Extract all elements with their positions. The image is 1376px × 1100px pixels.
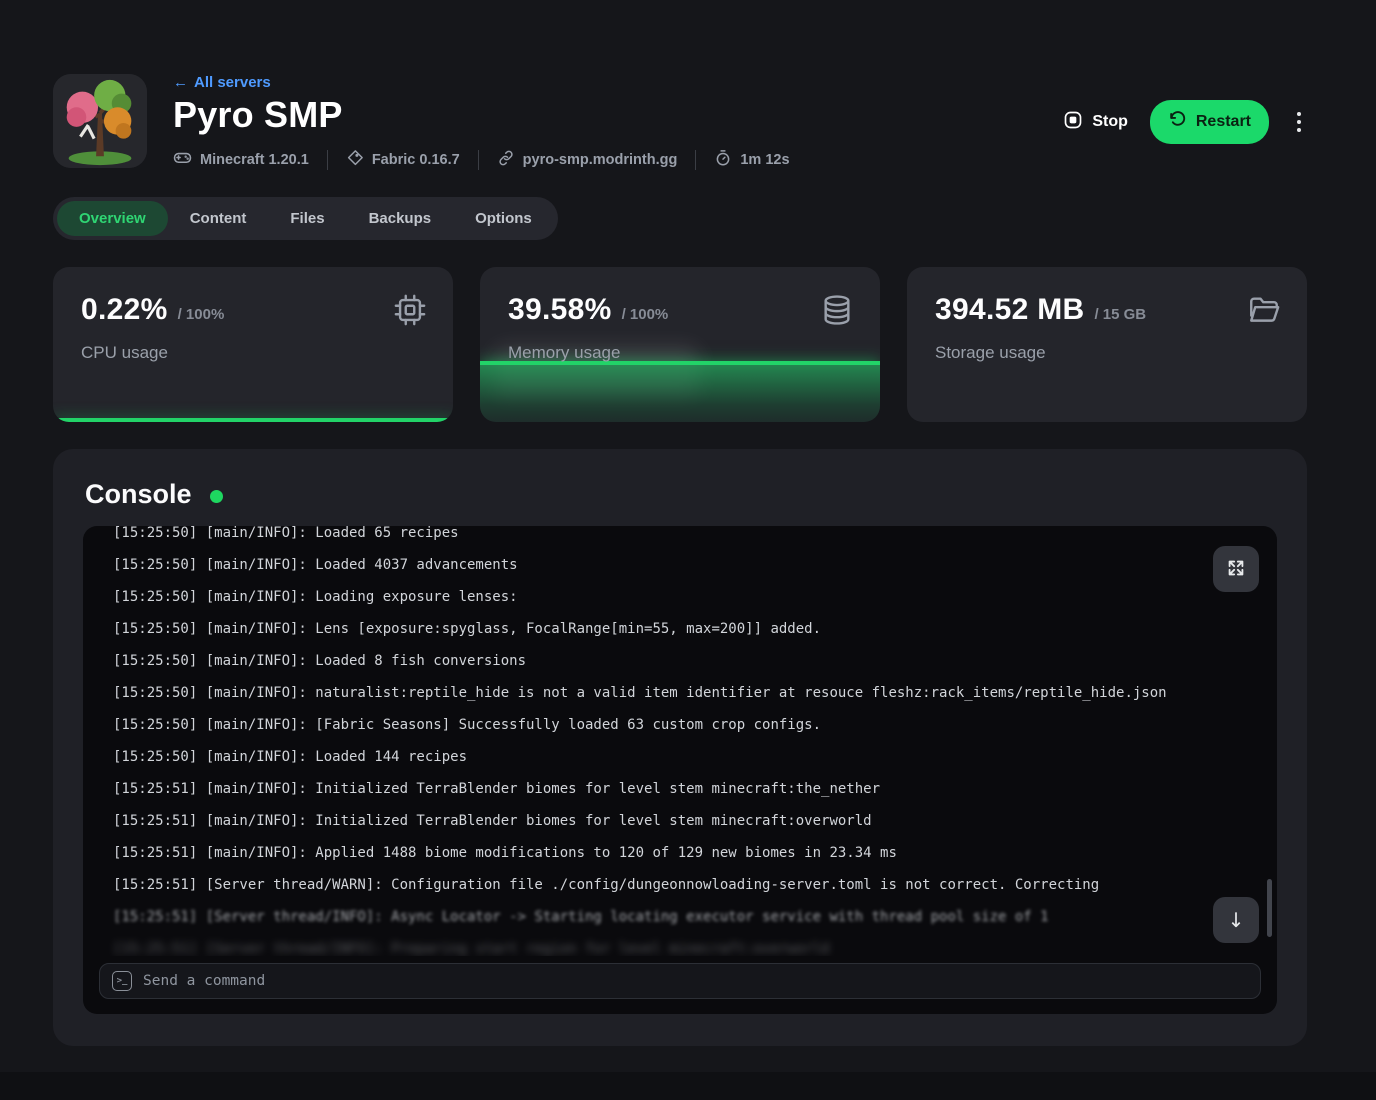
meta-loader-version: Fabric 0.16.7	[346, 149, 460, 171]
scroll-to-bottom-button[interactable]: ↓	[1213, 897, 1259, 943]
console-line: [15:25:50] [main/INFO]: naturalist:repti…	[113, 677, 1247, 709]
console-card: Console [15:25:50] [main/INFO]: Loaded 6…	[53, 449, 1307, 1046]
console-line: [15:25:50] [main/INFO]: Loaded 144 recip…	[113, 741, 1247, 773]
expand-icon	[1225, 557, 1247, 582]
memory-usage-value: 39.58%	[508, 293, 612, 327]
loader-icon	[346, 149, 364, 171]
server-page: ←All servers Pyro SMP Minecraft 1.20.1	[0, 0, 1376, 1100]
timer-icon	[714, 149, 732, 171]
meta-game-version: Minecraft 1.20.1	[173, 148, 309, 171]
storage-usage-total: / 15 GB	[1094, 306, 1146, 323]
terminal-icon: >_	[112, 971, 132, 991]
memory-usage-label: Memory usage	[508, 343, 852, 363]
console-line: [15:25:50] [main/INFO]: Loaded 4037 adva…	[113, 549, 1247, 581]
restart-button[interactable]: Restart	[1150, 100, 1269, 144]
console-title: Console	[85, 479, 192, 510]
cpu-usage-label: CPU usage	[81, 343, 425, 363]
tab-content[interactable]: Content	[168, 201, 269, 236]
seasons-tree-image	[53, 74, 147, 168]
console-line: [15:25:50] [main/INFO]: Lens [exposure:s…	[113, 613, 1247, 645]
storage-usage-card: 394.52 MB / 15 GB Storage usage	[907, 267, 1307, 422]
storage-usage-label: Storage usage	[935, 343, 1279, 363]
back-arrow-icon: ←	[173, 74, 188, 91]
console-line: [15:25:51] [Server thread/INFO]: Async L…	[113, 901, 1247, 933]
server-avatar	[53, 74, 147, 168]
console-line: [15:25:50] [main/INFO]: Loading exposure…	[113, 581, 1247, 613]
arrow-down-icon: ↓	[1228, 908, 1245, 932]
cpu-usage-total: / 100%	[178, 306, 225, 323]
meta-separator	[327, 150, 328, 170]
server-actions: Stop Restart	[1063, 100, 1307, 144]
command-input-row[interactable]: >_	[99, 963, 1261, 999]
link-icon	[497, 149, 515, 171]
cpu-usage-fill	[53, 418, 453, 422]
console-line: [15:25:51] [Server thread/WARN]: Configu…	[113, 869, 1247, 901]
tab-options[interactable]: Options	[453, 201, 554, 236]
folder-open-icon	[1247, 293, 1281, 332]
meta-uptime: 1m 12s	[714, 149, 789, 171]
database-icon	[820, 293, 854, 332]
console-line: [15:25:51] [main/INFO]: Initialized Terr…	[113, 773, 1247, 805]
meta-separator	[695, 150, 696, 170]
tab-backups[interactable]: Backups	[347, 201, 454, 236]
console-expand-button[interactable]	[1213, 546, 1259, 592]
stat-cards: 0.22% / 100% CPU usage 39.58% / 100%	[53, 267, 1307, 422]
restart-icon	[1168, 110, 1187, 134]
console-scrollbar-thumb[interactable]	[1267, 879, 1272, 937]
cpu-icon	[393, 293, 427, 332]
server-tabbar: Overview Content Files Backups Options	[53, 197, 558, 240]
cpu-usage-value: 0.22%	[81, 293, 168, 327]
console-line: [15:25:51] [main/INFO]: Initialized Terr…	[113, 805, 1247, 837]
page-title: Pyro SMP	[173, 94, 1063, 136]
tab-files[interactable]: Files	[268, 201, 346, 236]
server-meta-row: Minecraft 1.20.1 Fabric 0.16.7	[173, 148, 1063, 171]
server-online-status-dot	[210, 490, 223, 503]
stop-button[interactable]: Stop	[1063, 110, 1128, 135]
gamepad-icon	[173, 148, 192, 171]
command-input[interactable]	[143, 973, 1248, 989]
console-screen: [15:25:50] [main/INFO]: Loaded 65 recipe…	[83, 526, 1277, 1014]
meta-server-address[interactable]: pyro-smp.modrinth.gg	[497, 149, 678, 171]
tab-overview[interactable]: Overview	[57, 201, 168, 236]
back-to-all-servers-link[interactable]: ←All servers	[173, 74, 271, 91]
storage-usage-value: 394.52 MB	[935, 293, 1084, 327]
stop-icon	[1063, 110, 1083, 135]
console-line: [15:25:51] [main/INFO]: Applied 1488 bio…	[113, 837, 1247, 869]
cpu-usage-card: 0.22% / 100% CPU usage	[53, 267, 453, 422]
kebab-menu-icon[interactable]	[1291, 106, 1307, 138]
console-line: [15:25:50] [main/INFO]: [Fabric Seasons]…	[113, 709, 1247, 741]
memory-usage-card: 39.58% / 100% Memory usage	[480, 267, 880, 422]
console-line: [15:25:50] [main/INFO]: Loaded 8 fish co…	[113, 645, 1247, 677]
footer-band	[0, 1072, 1376, 1100]
console-line: [15:25:50] [main/INFO]: Loaded 65 recipe…	[113, 526, 1247, 549]
memory-usage-total: / 100%	[622, 306, 669, 323]
console-log[interactable]: [15:25:50] [main/INFO]: Loaded 65 recipe…	[83, 526, 1277, 956]
server-header: ←All servers Pyro SMP Minecraft 1.20.1	[53, 74, 1307, 171]
meta-separator	[478, 150, 479, 170]
console-line: [15:25:51] [Server thread/INFO]: Prepari…	[113, 933, 1247, 956]
